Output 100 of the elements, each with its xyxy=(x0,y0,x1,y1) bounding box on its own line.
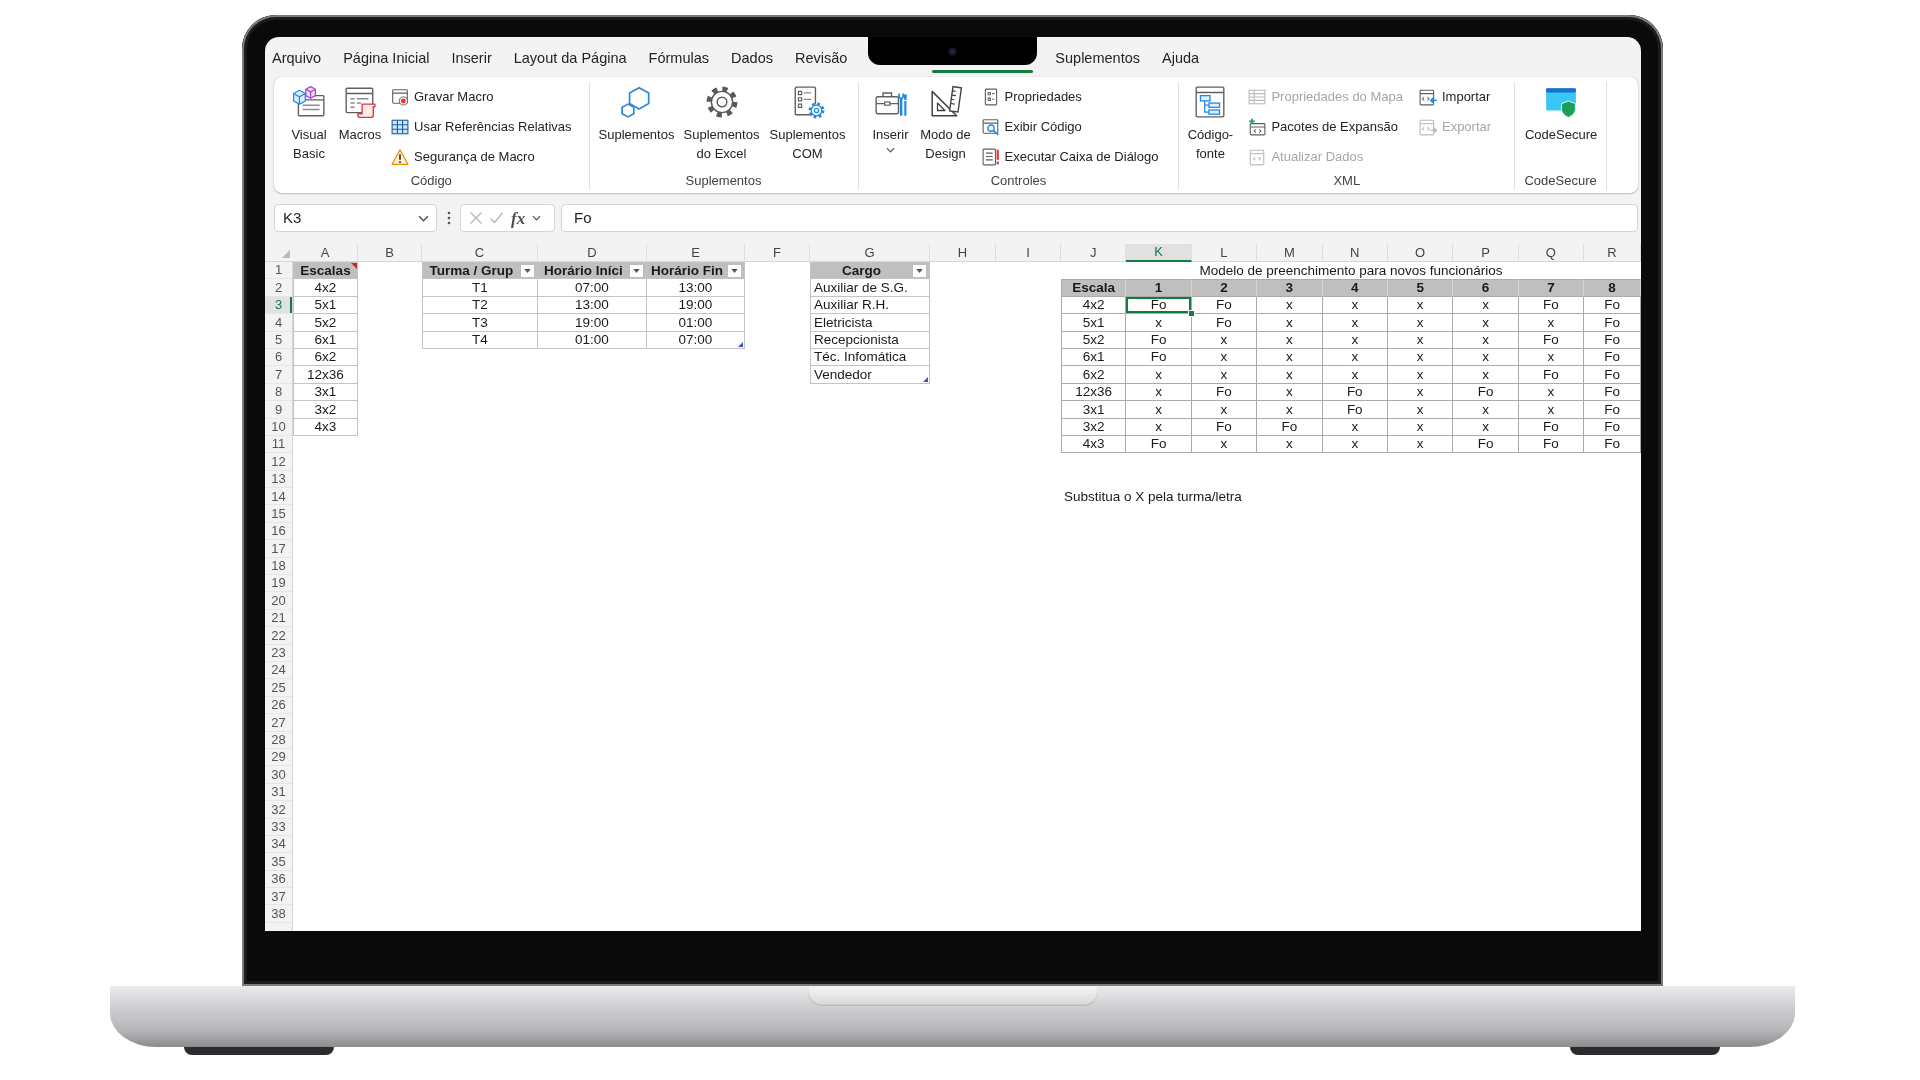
row-header[interactable]: 5 xyxy=(265,331,292,349)
row-header[interactable]: 22 xyxy=(265,627,292,645)
column-header[interactable]: N xyxy=(1322,244,1388,262)
row-header[interactable]: 13 xyxy=(265,470,292,489)
row-header[interactable]: 34 xyxy=(265,835,292,854)
ribbon-tab[interactable]: Layout da Página xyxy=(507,37,633,77)
ribbon-button[interactable]: Importar xyxy=(1415,82,1495,112)
row-header[interactable]: 24 xyxy=(265,662,292,680)
row-header[interactable]: 18 xyxy=(265,557,292,576)
row-header[interactable]: 32 xyxy=(265,801,292,819)
row-header[interactable]: 37 xyxy=(265,888,292,906)
column-header[interactable]: E xyxy=(647,244,745,262)
row-header[interactable]: 36 xyxy=(265,870,292,889)
row-header[interactable]: 2 xyxy=(265,279,292,297)
column-header[interactable]: P xyxy=(1453,244,1519,262)
formula-field[interactable]: Fo xyxy=(561,204,1638,232)
column-header[interactable]: F xyxy=(745,244,810,262)
ribbon-tab[interactable]: Página Inicial xyxy=(337,37,436,77)
column-header[interactable]: I xyxy=(996,244,1061,262)
row-header[interactable]: 38 xyxy=(265,905,292,923)
ribbon-button[interactable]: Código-fonte xyxy=(1185,82,1236,163)
ribbon-button[interactable]: Propriedades xyxy=(978,82,1162,112)
table-cell: 12x36 xyxy=(1061,383,1127,402)
ribbon-button[interactable]: Macros xyxy=(337,82,383,144)
ribbon-tab[interactable]: Suplementos xyxy=(1049,37,1146,77)
column-header[interactable]: J xyxy=(1061,244,1127,262)
row-header[interactable]: 30 xyxy=(265,766,292,784)
row-header[interactable]: 10 xyxy=(265,418,292,436)
ribbon-button[interactable]: Usar Referências Relativas xyxy=(388,112,575,142)
column-header[interactable]: K xyxy=(1126,244,1192,262)
column-header[interactable]: C xyxy=(422,244,538,262)
ribbon-button[interactable]: Exibir Código xyxy=(978,112,1162,142)
filter-button[interactable] xyxy=(520,263,535,278)
column-header[interactable]: L xyxy=(1191,244,1258,262)
fill-handle-icon[interactable] xyxy=(1187,310,1195,318)
row-header[interactable]: 7 xyxy=(265,366,292,384)
ribbon-tab[interactable]: Dados xyxy=(725,37,779,77)
filter-button[interactable] xyxy=(727,263,742,278)
row-header[interactable]: 6 xyxy=(265,348,292,367)
row-header[interactable]: 11 xyxy=(265,435,292,454)
row-header[interactable]: 14 xyxy=(265,488,292,506)
row-header[interactable]: 9 xyxy=(265,401,292,419)
row-header[interactable]: 31 xyxy=(265,783,292,802)
ribbon-tab[interactable]: Fórmulas xyxy=(642,37,716,77)
ribbon-button[interactable]: Segurança de Macro xyxy=(388,142,575,172)
ribbon-group-label: Suplementos xyxy=(684,172,763,190)
name-box[interactable]: K3 xyxy=(274,204,437,232)
ribbon-tab[interactable]: Arquivo xyxy=(266,37,328,77)
check-icon[interactable] xyxy=(489,211,504,225)
resize-handle-icon[interactable] xyxy=(923,376,928,382)
row-header[interactable]: 25 xyxy=(265,679,292,697)
row-header[interactable]: 8 xyxy=(265,383,292,402)
column-header[interactable]: G xyxy=(810,244,930,262)
row-header[interactable]: 1 xyxy=(265,262,292,280)
insert-function-button[interactable]: fx xyxy=(510,209,527,227)
table-cell: 5x2 xyxy=(293,314,358,332)
resize-handle-icon[interactable] xyxy=(738,341,743,347)
ribbon-tab[interactable]: Ajuda xyxy=(1156,37,1206,77)
ribbon-button[interactable]: Visual Basic xyxy=(286,82,332,163)
table-cell: Auxiliar de S.G. xyxy=(810,279,930,297)
row-header[interactable]: 28 xyxy=(265,731,292,749)
ribbon-button[interactable]: Modo de Design xyxy=(917,82,974,163)
more-vertical-icon[interactable] xyxy=(447,211,451,225)
ribbon-button[interactable]: Suplementos xyxy=(597,82,676,144)
column-header[interactable]: D xyxy=(538,244,647,262)
row-header[interactable]: 17 xyxy=(265,540,292,558)
ribbon-button[interactable]: Suplementos do Excel xyxy=(681,82,762,163)
column-header[interactable]: H xyxy=(930,244,996,262)
ribbon-button[interactable]: CodeSecure xyxy=(1523,82,1600,144)
row-header[interactable]: 12 xyxy=(265,453,292,471)
column-header[interactable]: B xyxy=(358,244,422,262)
row-header[interactable]: 26 xyxy=(265,696,292,715)
column-header[interactable]: R xyxy=(1584,244,1641,262)
table-cell: Fo xyxy=(1191,314,1258,332)
row-header[interactable]: 20 xyxy=(265,592,292,610)
column-header[interactable]: A xyxy=(293,244,358,262)
row-header[interactable]: 33 xyxy=(265,818,292,836)
row-header[interactable]: 29 xyxy=(265,748,292,767)
row-header[interactable]: 15 xyxy=(265,505,292,523)
row-header[interactable]: 21 xyxy=(265,609,292,628)
row-header[interactable]: 23 xyxy=(265,644,292,662)
ribbon-button[interactable]: Gravar Macro xyxy=(388,82,575,112)
ribbon-button[interactable]: Suplementos COM xyxy=(767,82,848,163)
caret-icon[interactable] xyxy=(532,215,542,221)
row-header[interactable]: 27 xyxy=(265,714,292,732)
ribbon-tab[interactable]: Revisão xyxy=(788,37,854,77)
ribbon-button[interactable]: Inserir xyxy=(868,82,913,153)
table-cell: Fo xyxy=(1453,435,1519,454)
column-header[interactable]: O xyxy=(1387,244,1454,262)
row-header[interactable]: 4 xyxy=(265,314,292,332)
row-header[interactable]: 19 xyxy=(265,575,292,593)
filter-button[interactable] xyxy=(912,263,927,278)
filter-button[interactable] xyxy=(629,263,644,278)
ribbon-button[interactable]: Pacotes de Expansão xyxy=(1245,112,1406,142)
ribbon-tab[interactable]: Inserir xyxy=(445,37,498,77)
row-header[interactable]: 35 xyxy=(265,853,292,871)
ribbon-button[interactable]: Executar Caixa de Diálogo xyxy=(978,142,1162,172)
column-header[interactable]: M xyxy=(1257,244,1323,262)
row-header[interactable]: 16 xyxy=(265,522,292,541)
column-header[interactable]: Q xyxy=(1518,244,1585,262)
